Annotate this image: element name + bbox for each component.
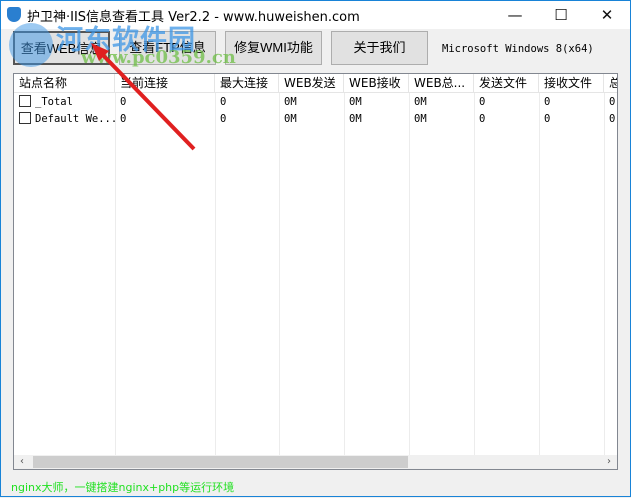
red-arrow-annotation bbox=[91, 43, 196, 151]
